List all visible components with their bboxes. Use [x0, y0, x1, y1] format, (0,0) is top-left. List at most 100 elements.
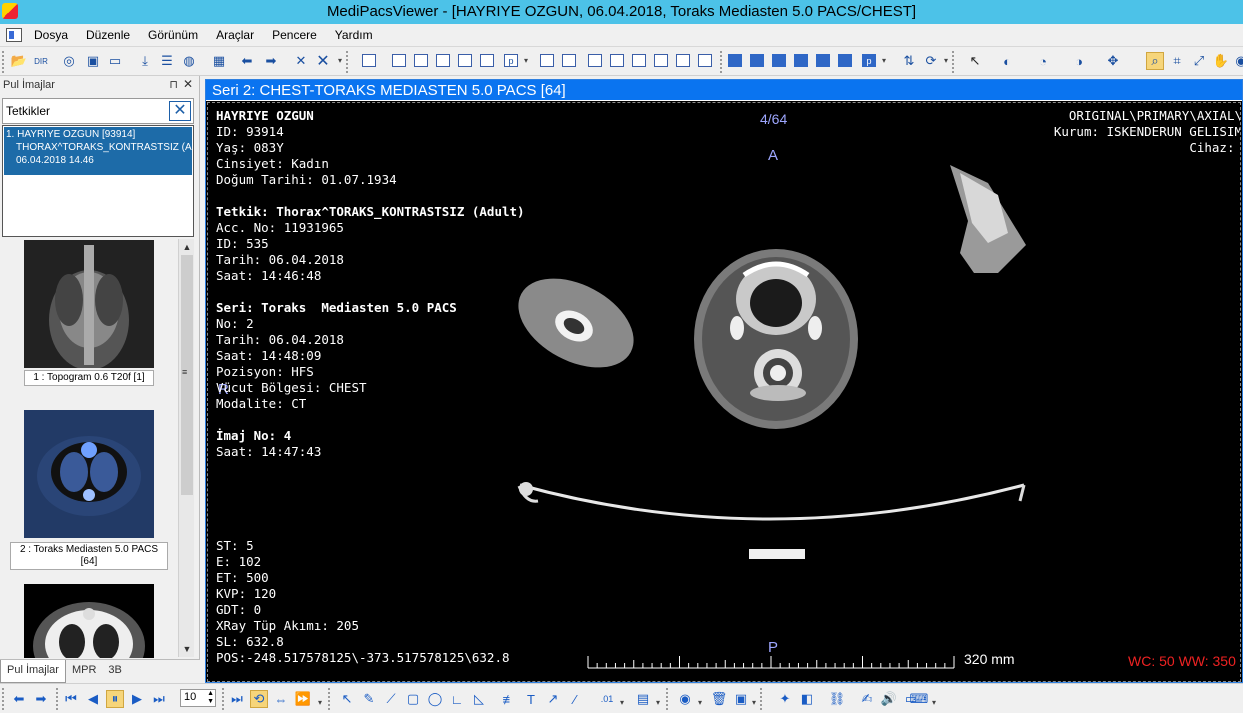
- cube-icon[interactable]: ◧: [798, 690, 816, 708]
- series-layout-6-icon[interactable]: [654, 54, 668, 67]
- series-layout-1-icon[interactable]: [540, 54, 554, 67]
- layout-custom-icon[interactable]: p: [504, 54, 518, 67]
- zoom-icon[interactable]: ⌕: [1146, 52, 1164, 70]
- toolbar-grip[interactable]: [666, 688, 670, 710]
- skip-icon[interactable]: ⏭: [228, 690, 246, 708]
- toolbar-grip[interactable]: [760, 688, 764, 710]
- scroll-down-icon[interactable]: ▼: [179, 641, 195, 657]
- open-folder-icon[interactable]: 📂: [10, 52, 28, 70]
- series-layout-4-icon[interactable]: [610, 54, 624, 67]
- tab-3d[interactable]: 3B: [102, 660, 127, 683]
- chevron-down-icon[interactable]: ▾: [698, 698, 702, 707]
- fast-forward-icon[interactable]: ⏩: [294, 690, 312, 708]
- database-icon[interactable]: ☰: [158, 52, 176, 70]
- layout-2x1-icon[interactable]: [436, 54, 450, 67]
- polygon-icon[interactable]: ◺: [470, 690, 488, 708]
- eye-icon[interactable]: ◉: [676, 690, 694, 708]
- cd-icon[interactable]: ◎: [60, 52, 78, 70]
- download-icon[interactable]: ⤓: [136, 52, 154, 70]
- series-layout-5-icon[interactable]: [632, 54, 646, 67]
- pen-icon[interactable]: ✎: [360, 690, 378, 708]
- image-layout-2-icon[interactable]: [750, 54, 764, 67]
- toolbar-grip[interactable]: [222, 688, 226, 710]
- pan-icon[interactable]: ✥: [1104, 52, 1122, 70]
- layout-1x2-icon[interactable]: [414, 54, 428, 67]
- layout-side-icon[interactable]: [362, 54, 376, 67]
- magic-icon[interactable]: ✦: [776, 690, 794, 708]
- study-search-input[interactable]: [6, 100, 166, 122]
- close-small-icon[interactable]: ✕: [292, 52, 310, 70]
- image-layout-custom-icon[interactable]: p: [862, 54, 876, 67]
- image-layout-4-icon[interactable]: [794, 54, 808, 67]
- line-icon[interactable]: ⁄: [566, 690, 584, 708]
- toolbar-grip[interactable]: [2, 688, 6, 710]
- image-layout-3-icon[interactable]: [772, 54, 786, 67]
- roi-icon[interactable]: ◑: [1070, 52, 1088, 70]
- scroll-up-icon[interactable]: ▲: [179, 239, 195, 255]
- trash-icon[interactable]: 🗑: [710, 690, 728, 708]
- menu-file[interactable]: Dosya: [34, 28, 68, 42]
- menu-view[interactable]: Görünüm: [148, 28, 198, 42]
- chevron-down-icon[interactable]: ▾: [318, 698, 322, 707]
- toolbar-grip[interactable]: [56, 688, 60, 710]
- link-icon[interactable]: ⛓: [828, 690, 846, 708]
- image-layout-6-icon[interactable]: [838, 54, 852, 67]
- window-level-icon[interactable]: ◐: [998, 52, 1016, 70]
- clear-search-button[interactable]: ✕: [169, 101, 191, 121]
- chevron-down-icon[interactable]: ▾: [944, 56, 948, 65]
- toolbar-grip[interactable]: [2, 51, 6, 73]
- ct-image-canvas[interactable]: A P R 4/64 HAYRIYE OZGUN ID: 93914 Yaş: …: [207, 102, 1241, 682]
- series-layout-3-icon[interactable]: [588, 54, 602, 67]
- fit-icon[interactable]: ⤢: [1190, 52, 1208, 70]
- thumbnail-image-series2[interactable]: [24, 410, 154, 538]
- speaker-icon[interactable]: 🔊: [880, 690, 898, 708]
- close-icon[interactable]: ✕: [183, 77, 193, 91]
- select-arrow-icon[interactable]: ↖: [338, 690, 356, 708]
- thumbnail-image-next[interactable]: [24, 584, 154, 658]
- thumbnail-scrollbar[interactable]: ▲ ≡ ▼: [178, 239, 194, 657]
- layout-3x3-icon[interactable]: [480, 54, 494, 67]
- ruler-icon[interactable]: ⟋: [382, 690, 400, 708]
- stepper-arrows-icon[interactable]: ▲ ▼: [207, 690, 214, 706]
- layout-1x1-icon[interactable]: [392, 54, 406, 67]
- pin-icon[interactable]: ⊓: [169, 78, 178, 91]
- series-layout-8-icon[interactable]: [698, 54, 712, 67]
- keyboard-icon[interactable]: ⌨: [910, 690, 929, 708]
- more-icon[interactable]: ◉: [1232, 52, 1243, 70]
- text-icon[interactable]: T: [522, 690, 540, 708]
- rectangle-icon[interactable]: ▢: [404, 690, 422, 708]
- series-layout-2-icon[interactable]: [562, 54, 576, 67]
- pause-icon[interactable]: ⏸: [106, 690, 124, 708]
- chevron-down-icon[interactable]: ▾: [524, 56, 528, 65]
- chevron-down-icon[interactable]: ▾: [338, 56, 342, 65]
- bounce-icon[interactable]: ⇔: [272, 690, 290, 708]
- angle-icon[interactable]: ∟: [448, 690, 466, 708]
- thumbnail-image-topogram[interactable]: [24, 240, 154, 370]
- palette-icon[interactable]: ▤: [634, 690, 652, 708]
- image-layout-1-icon[interactable]: [728, 54, 742, 67]
- crop-icon[interactable]: ⌗: [1168, 52, 1186, 70]
- save-icon[interactable]: ▣: [732, 690, 750, 708]
- next-arrow-icon[interactable]: ➡: [32, 690, 50, 708]
- tab-mpr[interactable]: MPR: [66, 660, 102, 683]
- forward-arrow-icon[interactable]: ➡: [262, 52, 280, 70]
- monitor-icon[interactable]: ▭: [106, 52, 124, 70]
- sync-icon[interactable]: ⟳: [922, 52, 940, 70]
- play-icon[interactable]: ▶: [128, 690, 146, 708]
- menu-edit[interactable]: Düzenle: [86, 28, 130, 42]
- ellipse-icon[interactable]: ◯: [426, 690, 444, 708]
- globe-icon[interactable]: ◍: [180, 52, 198, 70]
- system-menu-icon[interactable]: [6, 28, 22, 42]
- menu-window[interactable]: Pencere: [272, 28, 317, 42]
- play-back-icon[interactable]: ◀: [84, 690, 102, 708]
- close-all-icon[interactable]: ✕: [314, 52, 332, 70]
- image-layout-5-icon[interactable]: [816, 54, 830, 67]
- dir-icon[interactable]: DIR: [32, 52, 50, 70]
- menu-help[interactable]: Yardım: [335, 28, 373, 42]
- menu-tools[interactable]: Araçlar: [216, 28, 254, 42]
- network-icon[interactable]: ▣: [84, 52, 102, 70]
- back-arrow-icon[interactable]: ⬅: [238, 52, 256, 70]
- sort-icon[interactable]: ⇅: [900, 52, 918, 70]
- chevron-down-icon[interactable]: ▾: [932, 698, 936, 707]
- layout-2x2-icon[interactable]: [458, 54, 472, 67]
